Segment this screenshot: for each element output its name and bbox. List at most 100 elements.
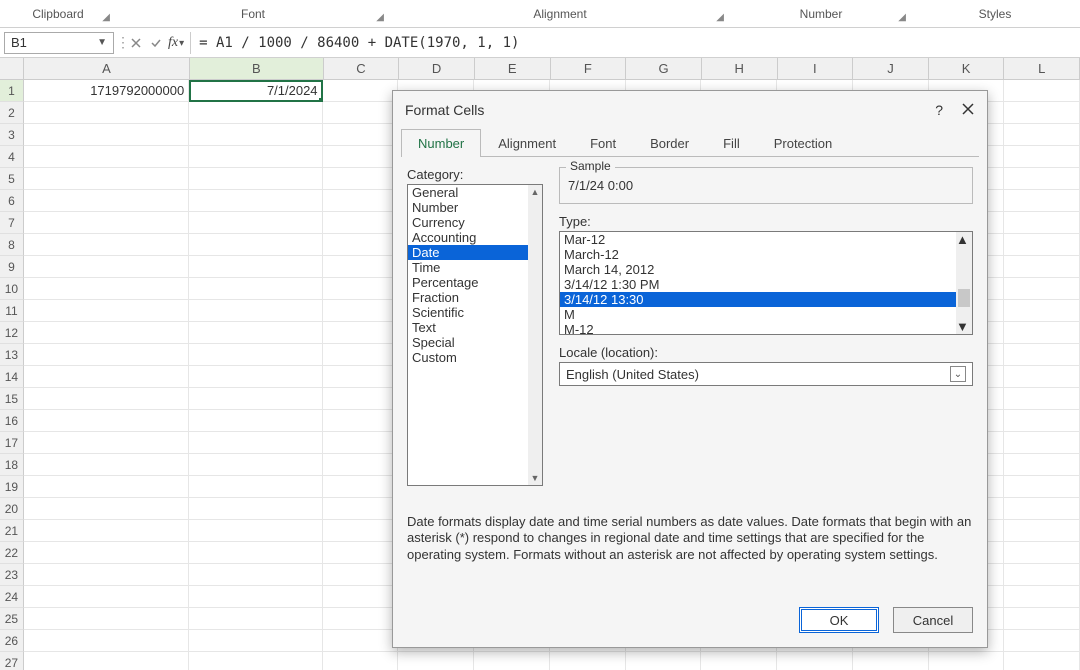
- column-header[interactable]: L: [1004, 58, 1080, 79]
- cancel-formula-button[interactable]: [127, 32, 145, 54]
- column-header[interactable]: A: [24, 58, 190, 79]
- category-item[interactable]: Custom: [408, 350, 528, 365]
- row-header[interactable]: 25: [0, 608, 24, 630]
- cell[interactable]: [1004, 344, 1080, 366]
- cell[interactable]: [1004, 102, 1080, 124]
- select-all-corner[interactable]: [0, 58, 24, 79]
- cell[interactable]: [323, 366, 399, 388]
- cell[interactable]: [323, 102, 399, 124]
- cell[interactable]: [24, 432, 189, 454]
- column-header[interactable]: E: [475, 58, 551, 79]
- column-header[interactable]: J: [853, 58, 929, 79]
- dialog-launcher-icon[interactable]: ◢: [898, 12, 906, 23]
- cell[interactable]: [189, 498, 322, 520]
- cell[interactable]: [323, 652, 399, 670]
- cell[interactable]: [1004, 80, 1080, 102]
- cell[interactable]: [1004, 300, 1080, 322]
- ok-button[interactable]: OK: [799, 607, 879, 633]
- category-item[interactable]: Currency: [408, 215, 528, 230]
- cell[interactable]: [1004, 124, 1080, 146]
- cell[interactable]: [189, 542, 322, 564]
- cell[interactable]: [323, 388, 399, 410]
- dialog-launcher-icon[interactable]: ◢: [716, 12, 724, 23]
- cell[interactable]: [323, 146, 399, 168]
- cell[interactable]: [1004, 652, 1080, 670]
- cell[interactable]: [1004, 564, 1080, 586]
- cell[interactable]: [24, 322, 189, 344]
- cell[interactable]: [323, 498, 399, 520]
- cell[interactable]: [24, 542, 189, 564]
- cell[interactable]: [24, 234, 189, 256]
- tab-font[interactable]: Font: [573, 129, 633, 157]
- cell[interactable]: [24, 124, 189, 146]
- category-item[interactable]: Number: [408, 200, 528, 215]
- cell[interactable]: [323, 630, 399, 652]
- cell[interactable]: [24, 344, 189, 366]
- row-header[interactable]: 22: [0, 542, 24, 564]
- cell[interactable]: [853, 652, 929, 670]
- column-header[interactable]: G: [626, 58, 702, 79]
- cell[interactable]: [1004, 520, 1080, 542]
- chevron-down-icon[interactable]: ▼: [97, 37, 107, 48]
- scroll-up-icon[interactable]: ▲: [528, 185, 542, 199]
- cell[interactable]: 1719792000000: [24, 80, 189, 102]
- cell[interactable]: [701, 652, 777, 670]
- tab-number[interactable]: Number: [401, 129, 481, 157]
- cell[interactable]: [189, 102, 322, 124]
- row-header[interactable]: 2: [0, 102, 24, 124]
- cell[interactable]: [24, 608, 189, 630]
- column-header[interactable]: K: [929, 58, 1005, 79]
- cell[interactable]: [1004, 454, 1080, 476]
- cell[interactable]: [189, 322, 322, 344]
- cell[interactable]: [1004, 630, 1080, 652]
- row-header[interactable]: 27: [0, 652, 24, 670]
- cell[interactable]: [323, 410, 399, 432]
- cell[interactable]: [24, 476, 189, 498]
- cell[interactable]: [24, 630, 189, 652]
- category-item[interactable]: General: [408, 185, 528, 200]
- cell[interactable]: [323, 564, 399, 586]
- formula-input[interactable]: [190, 32, 1080, 54]
- row-header[interactable]: 7: [0, 212, 24, 234]
- cell[interactable]: [323, 432, 399, 454]
- cell[interactable]: [323, 454, 399, 476]
- scrollbar[interactable]: ▲ ▼: [528, 185, 542, 485]
- dialog-launcher-icon[interactable]: ◢: [376, 12, 384, 23]
- row-header[interactable]: 21: [0, 520, 24, 542]
- row-header[interactable]: 14: [0, 366, 24, 388]
- cell[interactable]: [323, 278, 399, 300]
- cell[interactable]: [189, 212, 322, 234]
- cell[interactable]: [189, 608, 322, 630]
- row-header[interactable]: 8: [0, 234, 24, 256]
- cell[interactable]: [24, 278, 189, 300]
- cell[interactable]: [474, 652, 550, 670]
- type-item[interactable]: 3/14/12 13:30: [560, 292, 956, 307]
- cell[interactable]: [323, 80, 399, 102]
- cell[interactable]: [24, 212, 189, 234]
- cell[interactable]: [323, 190, 399, 212]
- cell[interactable]: [24, 564, 189, 586]
- cell[interactable]: [1004, 146, 1080, 168]
- cell[interactable]: [189, 256, 322, 278]
- row-header[interactable]: 4: [0, 146, 24, 168]
- scroll-down-icon[interactable]: ▼: [956, 319, 972, 334]
- cell[interactable]: [24, 454, 189, 476]
- row-header[interactable]: 1: [0, 80, 24, 102]
- row-header[interactable]: 15: [0, 388, 24, 410]
- type-item[interactable]: M-12: [560, 322, 956, 334]
- cell[interactable]: [189, 388, 322, 410]
- cell[interactable]: [189, 652, 322, 670]
- column-header[interactable]: F: [551, 58, 627, 79]
- category-item[interactable]: Time: [408, 260, 528, 275]
- scroll-thumb[interactable]: [958, 289, 970, 307]
- cell[interactable]: [189, 432, 322, 454]
- cell[interactable]: [189, 146, 322, 168]
- cell[interactable]: [189, 564, 322, 586]
- cell[interactable]: [929, 652, 1005, 670]
- row-header[interactable]: 9: [0, 256, 24, 278]
- type-item[interactable]: March-12: [560, 247, 956, 262]
- category-item[interactable]: Text: [408, 320, 528, 335]
- row-header[interactable]: 24: [0, 586, 24, 608]
- row-header[interactable]: 5: [0, 168, 24, 190]
- row-header[interactable]: 20: [0, 498, 24, 520]
